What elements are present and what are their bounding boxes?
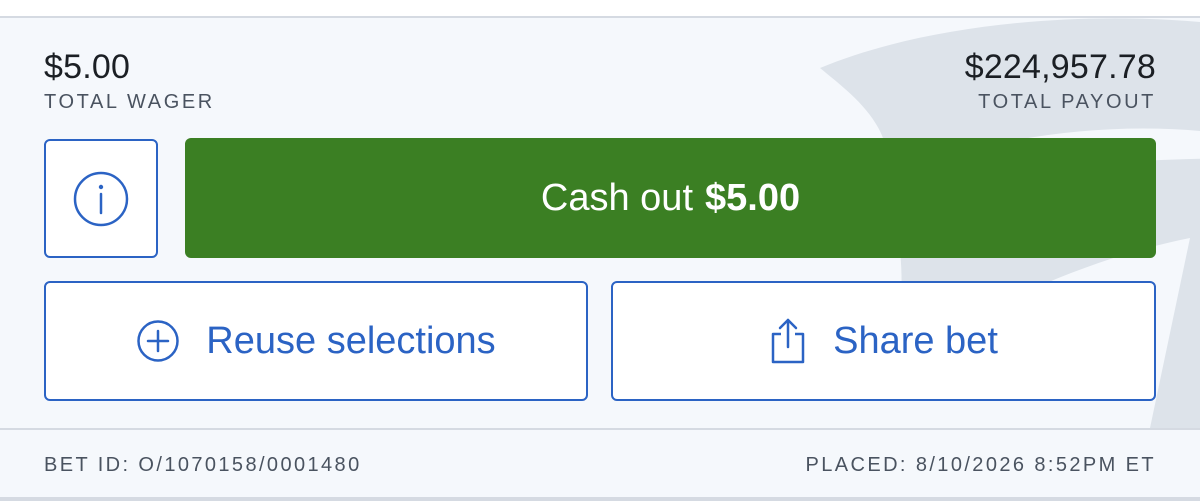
cash-out-amount: $5.00 xyxy=(705,176,801,219)
footer-bottom-border xyxy=(0,497,1200,501)
share-bet-label: Share bet xyxy=(833,319,998,362)
share-icon xyxy=(769,317,807,365)
bet-footer: BET ID: O/1070158/0001480 PLACED: 8/10/2… xyxy=(0,430,1200,501)
share-bet-button[interactable]: Share bet xyxy=(611,281,1156,401)
reuse-selections-button[interactable]: Reuse selections xyxy=(44,281,588,401)
cash-out-label: Cash out xyxy=(540,176,693,219)
cash-out-button[interactable]: Cash out $5.00 xyxy=(185,138,1156,258)
top-divider xyxy=(0,0,1200,18)
info-button[interactable] xyxy=(44,139,158,258)
total-wager-label: TOTAL WAGER xyxy=(44,91,215,113)
bet-card: $5.00 TOTAL WAGER $224,957.78 TOTAL PAYO… xyxy=(0,18,1200,428)
bet-id: BET ID: O/1070158/0001480 xyxy=(44,454,362,476)
total-wager-amount: $5.00 xyxy=(44,48,131,86)
placed-timestamp: PLACED: 8/10/2026 8:52PM ET xyxy=(805,454,1156,476)
info-icon xyxy=(73,171,129,226)
total-payout-label: TOTAL PAYOUT xyxy=(978,91,1156,113)
reuse-selections-label: Reuse selections xyxy=(206,319,496,362)
total-payout-amount: $224,957.78 xyxy=(964,48,1156,86)
plus-circle-icon xyxy=(136,319,180,363)
